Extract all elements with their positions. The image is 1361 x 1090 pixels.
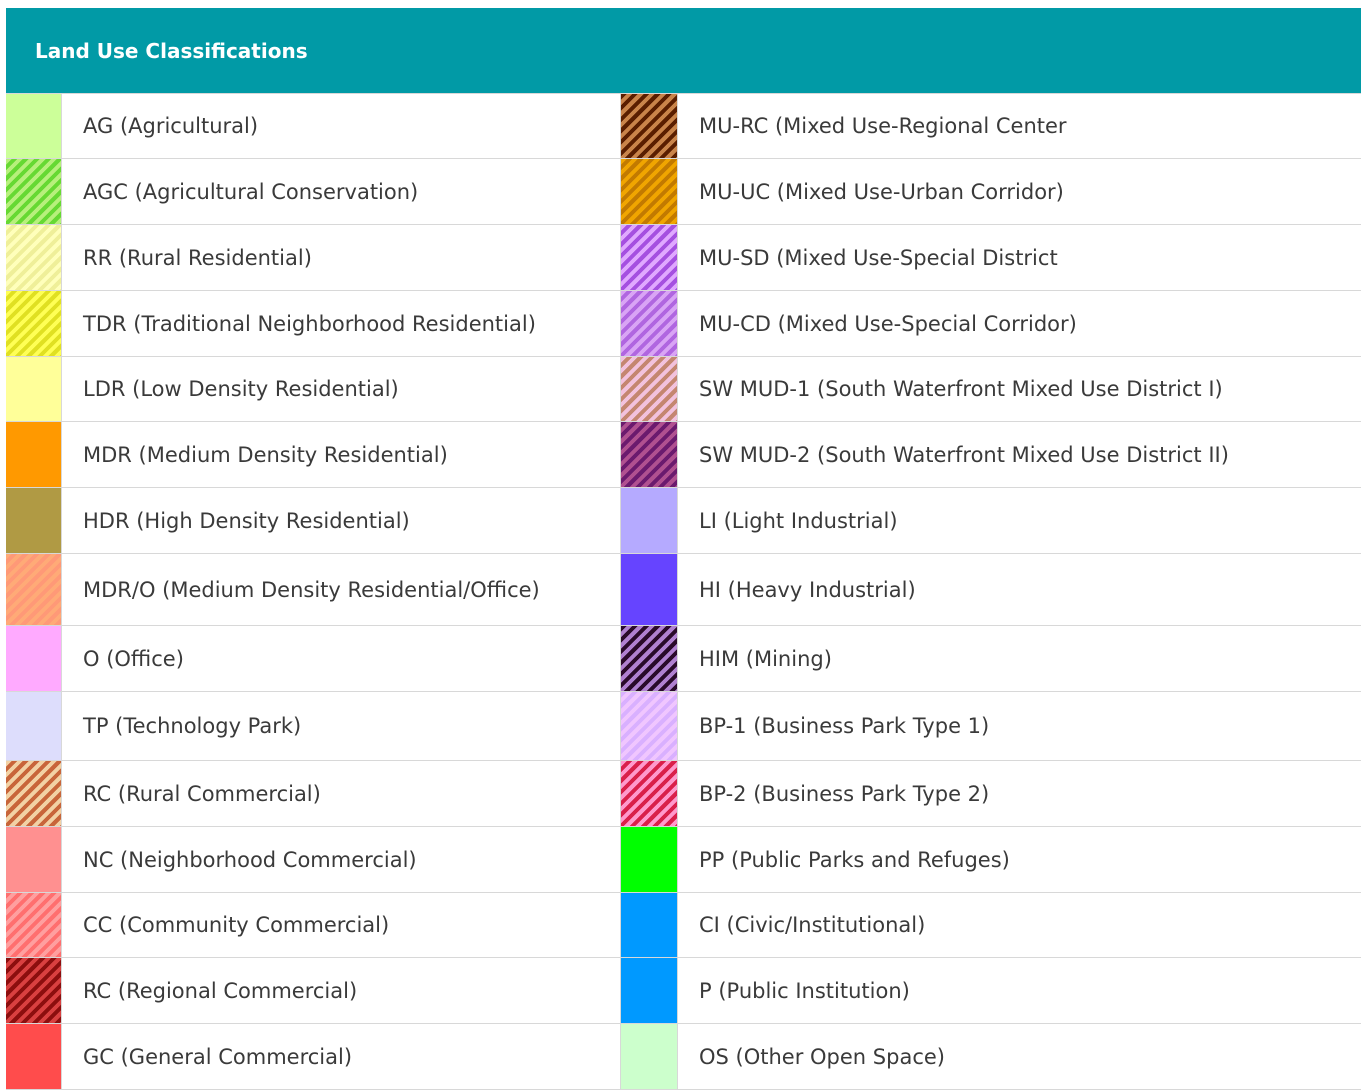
right-swatch-12 — [620, 827, 678, 893]
legend-grid: AG (Agricultural) MU-RC (Mixed Use-Region… — [6, 93, 1361, 1090]
left-label-3: RR (Rural Residential) — [62, 225, 618, 291]
right-swatch-1 — [620, 94, 678, 159]
legend-title: Land Use Classifications — [35, 38, 308, 63]
right-label-7: LI (Light Industrial) — [678, 488, 1361, 554]
left-label-11: RC (Rural Commercial) — [62, 761, 618, 827]
right-swatch-8 — [620, 554, 678, 626]
right-swatch-5 — [620, 357, 678, 422]
left-swatch-4 — [6, 291, 62, 357]
left-label-8: MDR/O (Medium Density Residential/Office… — [62, 554, 618, 626]
right-label-10: BP-1 (Business Park Type 1) — [678, 692, 1361, 761]
left-swatch-2 — [6, 159, 62, 225]
right-swatch-6 — [620, 422, 678, 488]
left-swatch-11 — [6, 761, 62, 827]
left-label-1: AG (Agricultural) — [62, 94, 618, 159]
right-swatch-2 — [620, 159, 678, 225]
right-swatch-4 — [620, 291, 678, 357]
right-swatch-14 — [620, 958, 678, 1024]
left-label-7: HDR (High Density Residential) — [62, 488, 618, 554]
right-label-2: MU-UC (Mixed Use-Urban Corridor) — [678, 159, 1361, 225]
left-swatch-8 — [6, 554, 62, 626]
right-swatch-10 — [620, 692, 678, 761]
left-swatch-13 — [6, 893, 62, 958]
right-label-13: CI (Civic/Institutional) — [678, 893, 1361, 958]
left-swatch-10 — [6, 692, 62, 761]
right-label-14: P (Public Institution) — [678, 958, 1361, 1024]
left-label-10: TP (Technology Park) — [62, 692, 618, 761]
left-swatch-3 — [6, 225, 62, 291]
right-label-8: HI (Heavy Industrial) — [678, 554, 1361, 626]
right-label-12: PP (Public Parks and Refuges) — [678, 827, 1361, 893]
right-swatch-3 — [620, 225, 678, 291]
right-label-1: MU-RC (Mixed Use-Regional Center — [678, 94, 1361, 159]
right-swatch-15 — [620, 1024, 678, 1090]
right-label-9: HIM (Mining) — [678, 626, 1361, 692]
right-swatch-13 — [620, 893, 678, 958]
right-label-6: SW MUD-2 (South Waterfront Mixed Use Dis… — [678, 422, 1361, 488]
left-swatch-15 — [6, 1024, 62, 1090]
right-label-4: MU-CD (Mixed Use-Special Corridor) — [678, 291, 1361, 357]
right-label-5: SW MUD-1 (South Waterfront Mixed Use Dis… — [678, 357, 1361, 422]
left-swatch-7 — [6, 488, 62, 554]
right-swatch-11 — [620, 761, 678, 827]
left-swatch-12 — [6, 827, 62, 893]
left-label-9: O (Office) — [62, 626, 618, 692]
left-label-2: AGC (Agricultural Conservation) — [62, 159, 618, 225]
left-label-5: LDR (Low Density Residential) — [62, 357, 618, 422]
left-label-13: CC (Community Commercial) — [62, 893, 618, 958]
left-swatch-14 — [6, 958, 62, 1024]
left-label-12: NC (Neighborhood Commercial) — [62, 827, 618, 893]
right-swatch-9 — [620, 626, 678, 692]
left-label-14: RC (Regional Commercial) — [62, 958, 618, 1024]
legend-header: Land Use Classifications — [6, 8, 1361, 93]
right-label-11: BP-2 (Business Park Type 2) — [678, 761, 1361, 827]
left-swatch-1 — [6, 94, 62, 159]
left-label-6: MDR (Medium Density Residential) — [62, 422, 618, 488]
right-swatch-7 — [620, 488, 678, 554]
right-label-15: OS (Other Open Space) — [678, 1024, 1361, 1090]
right-label-3: MU-SD (Mixed Use-Special District — [678, 225, 1361, 291]
left-swatch-6 — [6, 422, 62, 488]
left-swatch-9 — [6, 626, 62, 692]
left-label-4: TDR (Traditional Neighborhood Residentia… — [62, 291, 618, 357]
left-label-15: GC (General Commercial) — [62, 1024, 618, 1090]
land-use-legend: Land Use Classifications AG (Agricultura… — [6, 8, 1361, 1090]
left-swatch-5 — [6, 357, 62, 422]
